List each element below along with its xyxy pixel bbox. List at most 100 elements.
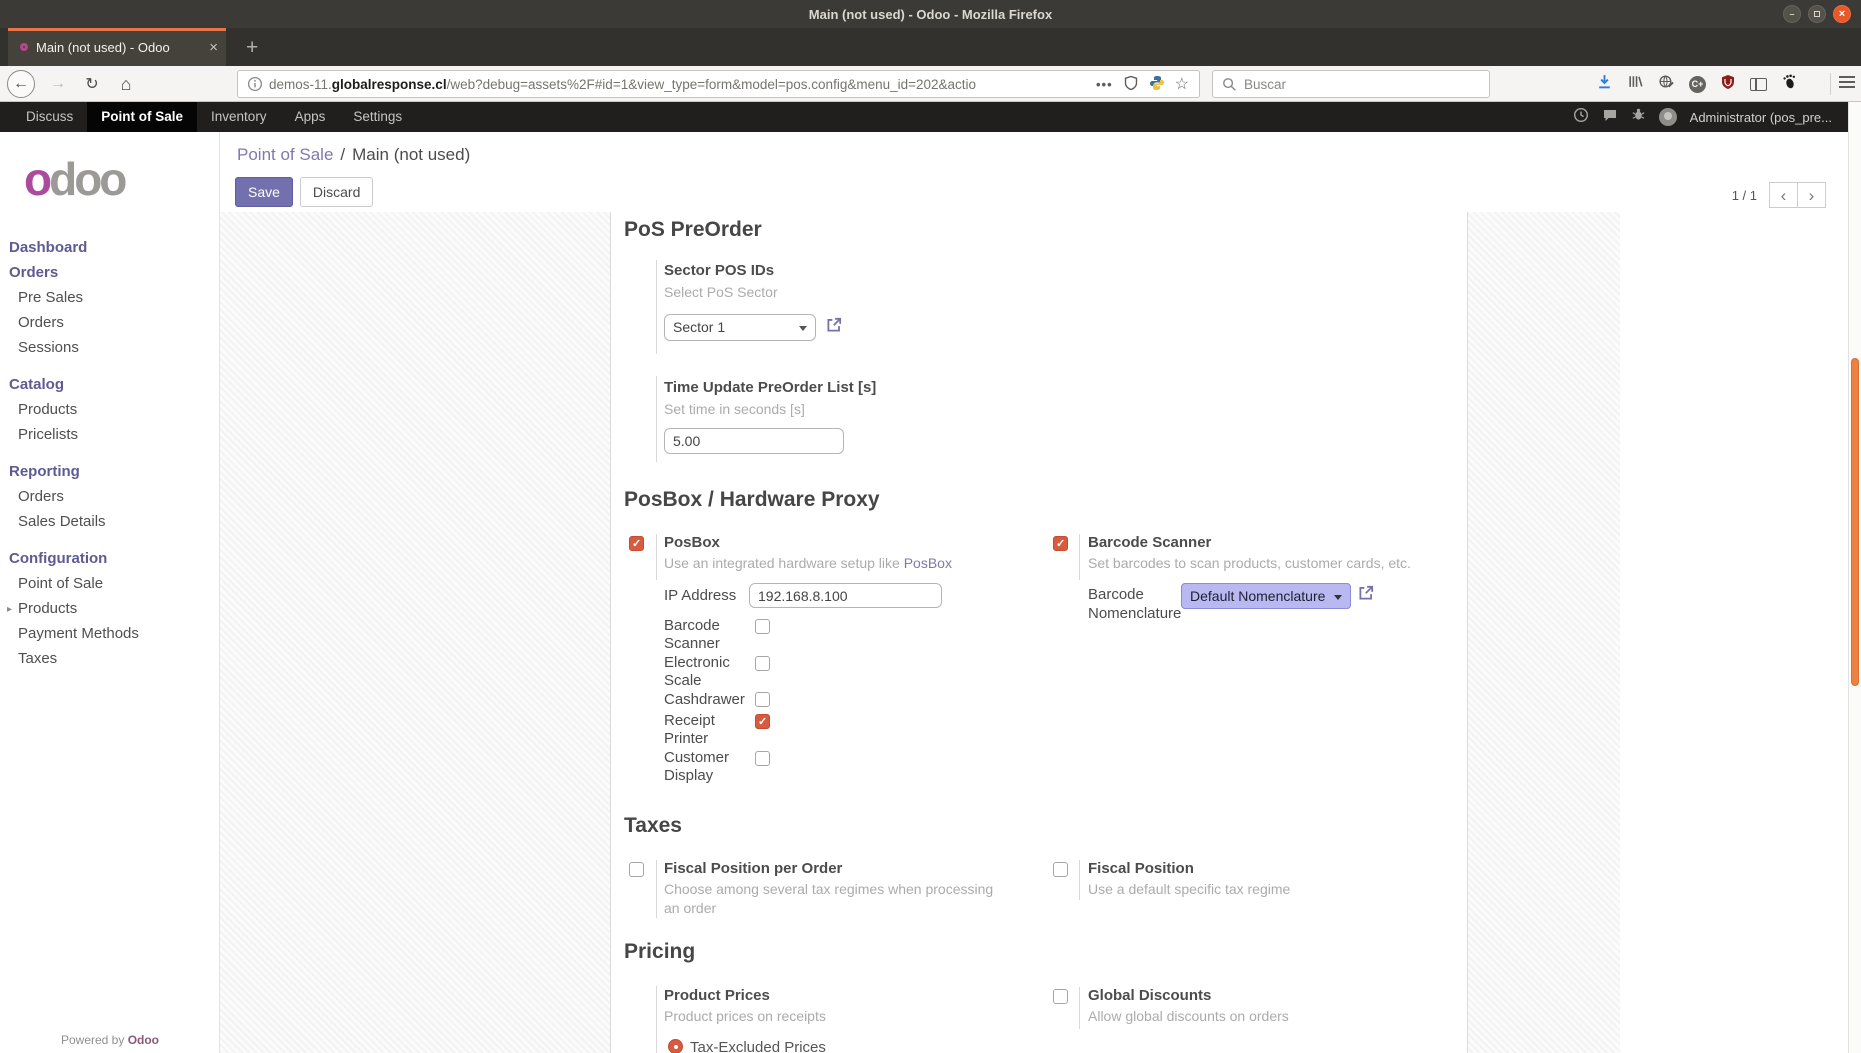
time-update-input[interactable]	[664, 428, 844, 454]
sidebar-item-configuration[interactable]: Configuration	[0, 546, 219, 571]
barcode-scanner-checkbox[interactable]	[1053, 536, 1068, 551]
page-actions-icon[interactable]: •••	[1096, 77, 1113, 92]
nomenclature-external-link-icon[interactable]	[1357, 584, 1375, 607]
sector-select[interactable]: Sector 1	[664, 314, 816, 341]
device-cashdrawer-checkbox[interactable]	[755, 692, 770, 707]
odoo-link[interactable]: Odoo	[128, 1033, 159, 1047]
sidebar-item-pre-sales[interactable]: Pre Sales	[0, 285, 219, 310]
tab-title: Main (not used) - Odoo	[36, 40, 201, 55]
sidebar-item-config-products[interactable]: ▸Products	[0, 596, 219, 621]
group-separator	[656, 376, 657, 462]
breadcrumb-parent-link[interactable]: Point of Sale	[237, 145, 333, 164]
device-barcode-scanner-checkbox[interactable]	[755, 619, 770, 634]
menu-settings[interactable]: Settings	[339, 102, 416, 132]
sidebar-item-taxes[interactable]: Taxes	[0, 646, 219, 671]
window-titlebar: Main (not used) - Odoo - Mozilla Firefox…	[0, 0, 1861, 28]
tab-close-icon[interactable]: ×	[209, 40, 218, 55]
url-path: /web?debug=assets%2F#id=1&view_type=form…	[447, 77, 976, 92]
url-domain: globalresponse.cl	[332, 77, 447, 92]
tax-excluded-prices-label: Tax-Excluded Prices	[690, 1039, 826, 1053]
reload-button[interactable]: ↻	[78, 70, 106, 98]
new-tab-button[interactable]: +	[238, 35, 266, 60]
pager-next-button[interactable]: ›	[1797, 182, 1826, 208]
site-info-icon[interactable]	[247, 76, 263, 92]
tax-excluded-prices-radio[interactable]	[668, 1039, 683, 1053]
globe-edit-icon[interactable]	[1658, 73, 1675, 95]
sidebar-item-point-of-sale[interactable]: Point of Sale	[0, 571, 219, 596]
powered-by: Powered by Odoo	[0, 1033, 220, 1047]
home-button[interactable]: ⌂	[112, 70, 140, 98]
fiscal-position-checkbox[interactable]	[1053, 862, 1068, 877]
maximize-button[interactable]	[1808, 5, 1826, 23]
bookmark-star-icon[interactable]: ☆	[1175, 74, 1189, 94]
device-electronic-scale-checkbox[interactable]	[755, 656, 770, 671]
save-button[interactable]: Save	[235, 177, 293, 207]
sidebars-icon[interactable]	[1750, 78, 1767, 91]
sidebar-item-orders[interactable]: Orders	[0, 310, 219, 335]
sidebar-item-dashboard[interactable]: Dashboard	[0, 235, 219, 260]
barcode-nomenclature-label: Barcode Nomenclature	[1088, 585, 1180, 623]
back-button[interactable]: ←	[7, 70, 35, 98]
forward-button[interactable]: →	[44, 70, 72, 98]
global-discounts-label: Global Discounts	[1088, 987, 1211, 1005]
sidebar-item-sales-details[interactable]: Sales Details	[0, 509, 219, 534]
app-sidebar: odoo Dashboard Orders Pre Sales Orders S…	[0, 132, 220, 1053]
menu-inventory[interactable]: Inventory	[197, 102, 281, 132]
messages-icon[interactable]	[1602, 107, 1618, 128]
pager-previous-button[interactable]: ‹	[1769, 182, 1798, 208]
posbox-checkbox[interactable]	[629, 536, 644, 551]
global-discounts-checkbox[interactable]	[1053, 989, 1068, 1004]
sidebar-item-pricelists[interactable]: Pricelists	[0, 422, 219, 447]
sidebar-item-reporting-orders[interactable]: Orders	[0, 484, 219, 509]
activities-clock-icon[interactable]	[1573, 107, 1589, 128]
window-title: Main (not used) - Odoo - Mozilla Firefox	[809, 7, 1052, 22]
posbox-link[interactable]: PosBox	[904, 555, 952, 571]
firefox-window: Main (not used) - Odoo - Mozilla Firefox…	[0, 0, 1861, 1053]
group-separator	[656, 260, 657, 354]
discard-button[interactable]: Discard	[300, 177, 373, 207]
fiscal-position-per-order-checkbox[interactable]	[629, 862, 644, 877]
menu-apps[interactable]: Apps	[281, 102, 340, 132]
menu-point-of-sale[interactable]: Point of Sale	[87, 102, 197, 132]
library-icon[interactable]	[1627, 73, 1644, 95]
sidebar-item-catalog[interactable]: Catalog	[0, 372, 219, 397]
shield-icon[interactable]	[1123, 75, 1139, 94]
device-customer-display-label: Customer Display	[664, 749, 750, 785]
context-plus-icon[interactable]: C+	[1689, 76, 1706, 93]
sidebar-item-payment-methods[interactable]: Payment Methods	[0, 621, 219, 646]
url-bar[interactable]: demos-11.globalresponse.cl/web?debug=ass…	[237, 70, 1200, 98]
ip-address-input[interactable]	[749, 583, 942, 608]
user-avatar[interactable]	[1659, 108, 1677, 126]
download-icon[interactable]	[1596, 73, 1613, 95]
barcode-nomenclature-select[interactable]: Default Nomenclature	[1181, 583, 1351, 609]
ublock-icon[interactable]	[1720, 74, 1736, 95]
group-separator	[656, 860, 657, 918]
sidebar-item-reporting[interactable]: Reporting	[0, 459, 219, 484]
magnifier-icon	[1222, 77, 1237, 92]
gnome-foot-icon[interactable]	[1781, 73, 1798, 95]
close-button[interactable]: ×	[1833, 5, 1851, 23]
menu-discuss[interactable]: Discuss	[12, 102, 87, 132]
sidebar-item-sessions[interactable]: Sessions	[0, 335, 219, 360]
sidebar-item-orders-root[interactable]: Orders	[0, 260, 219, 285]
device-receipt-printer-checkbox[interactable]	[755, 714, 770, 729]
sidebar-item-products[interactable]: Products	[0, 397, 219, 422]
minimize-button[interactable]: –	[1783, 5, 1801, 23]
form-background: PoS PreOrder Sector POS IDs Select PoS S…	[220, 212, 1620, 1053]
section-title-pricing: Pricing	[624, 940, 695, 964]
sector-external-link-icon[interactable]	[825, 316, 843, 339]
search-input[interactable]	[1244, 77, 1489, 92]
page-scrollbar[interactable]	[1848, 102, 1861, 1053]
dropdown-caret-icon	[799, 326, 807, 331]
scrollbar-thumb[interactable]	[1851, 358, 1859, 686]
device-customer-display-checkbox[interactable]	[755, 751, 770, 766]
form-sheet: PoS PreOrder Sector POS IDs Select PoS S…	[610, 212, 1468, 1053]
user-menu[interactable]: Administrator (pos_pre...	[1690, 110, 1832, 125]
group-separator	[1079, 860, 1080, 900]
debug-bug-icon[interactable]	[1631, 107, 1646, 127]
python-extension-icon[interactable]	[1149, 75, 1165, 94]
browser-tab[interactable]: Main (not used) - Odoo ×	[8, 28, 226, 66]
menu-hamburger-icon[interactable]	[1839, 76, 1855, 88]
expand-caret-icon[interactable]: ▸	[7, 600, 12, 619]
main-content: Point of Sale/Main (not used) Save Disca…	[220, 132, 1848, 1053]
